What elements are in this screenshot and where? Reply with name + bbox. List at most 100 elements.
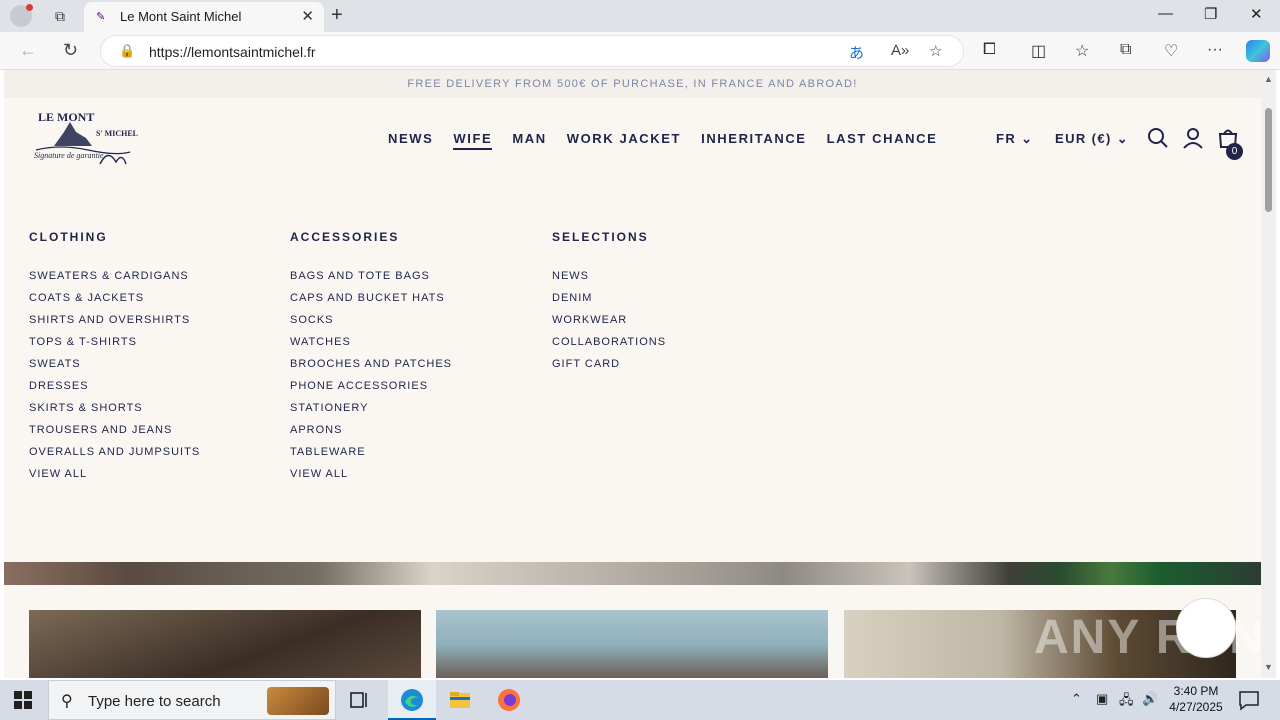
product-card-image[interactable] bbox=[436, 610, 828, 678]
windows-taskbar: ⚲ Type here to search ⌃ ▣ 🖧 🔊 3:40 PM 4/… bbox=[0, 680, 1280, 720]
collections-icon[interactable]: ⧉ bbox=[1120, 41, 1131, 59]
tab-title: Le Mont Saint Michel bbox=[120, 9, 242, 24]
logo-text-line2: S' MICHEL bbox=[96, 129, 138, 138]
menu-link[interactable]: SKIRTS & SHORTS bbox=[29, 401, 200, 423]
clock-time: 3:40 PM bbox=[1173, 684, 1219, 698]
nav-item-inheritance[interactable]: INHERITANCE bbox=[701, 131, 806, 150]
site-logo[interactable]: LE MONT S' MICHEL Signature de garantie bbox=[30, 108, 142, 168]
search-highlight-icon bbox=[267, 687, 329, 715]
product-card-image[interactable] bbox=[29, 610, 421, 678]
translate-icon[interactable]: あ bbox=[849, 42, 864, 63]
language-value: FR bbox=[996, 131, 1017, 146]
device-icon[interactable]: ▣ bbox=[1096, 691, 1108, 707]
favorite-star-icon[interactable]: ☆ bbox=[929, 42, 942, 60]
page-scrollbar[interactable]: ▲ ▼ bbox=[1261, 70, 1276, 678]
browser-tab[interactable]: ✎ Le Mont Saint Michel ✕ bbox=[84, 2, 324, 32]
menu-link[interactable]: SWEATS bbox=[29, 357, 200, 379]
nav-item-last-chance[interactable]: LAST CHANCE bbox=[827, 131, 938, 150]
extensions-icon[interactable]: ⧠ bbox=[983, 41, 996, 59]
network-icon[interactable]: 🖧 bbox=[1119, 691, 1134, 713]
nav-item-man[interactable]: MAN bbox=[512, 131, 546, 150]
language-selector[interactable]: FR ⌄ bbox=[996, 131, 1033, 147]
menu-link[interactable]: BROOCHES AND PATCHES bbox=[290, 357, 452, 379]
promo-banner: FREE DELIVERY FROM 500€ OF PURCHASE, IN … bbox=[4, 70, 1261, 98]
scroll-up-icon[interactable]: ▲ bbox=[1264, 74, 1273, 84]
copilot-icon[interactable] bbox=[1246, 40, 1270, 62]
address-bar[interactable]: 🔒 https://lemontsaintmichel.fr あ A» ☆ bbox=[100, 35, 964, 67]
more-options-icon[interactable]: ··· bbox=[1207, 41, 1223, 59]
cart-count-badge: 0 bbox=[1226, 143, 1243, 160]
taskbar-clock[interactable]: 3:40 PM 4/27/2025 bbox=[1166, 683, 1226, 715]
minimize-icon[interactable]: — bbox=[1158, 5, 1173, 22]
scrollbar-thumb[interactable] bbox=[1265, 108, 1272, 212]
menu-link[interactable]: WATCHES bbox=[290, 335, 452, 357]
menu-link[interactable]: COLLABORATIONS bbox=[552, 335, 666, 357]
show-hidden-icons-icon[interactable]: ⌃ bbox=[1071, 691, 1082, 707]
browser-toolbar: ← ↻ 🔒 https://lemontsaintmichel.fr あ A» … bbox=[0, 32, 1280, 70]
taskbar-search[interactable]: ⚲ Type here to search bbox=[48, 680, 336, 720]
menu-link[interactable]: GIFT CARD bbox=[552, 357, 666, 379]
menu-link[interactable]: SOCKS bbox=[290, 313, 452, 335]
menu-column-clothing: CLOTHING SWEATERS & CARDIGANS COATS & JA… bbox=[29, 230, 200, 489]
split-screen-icon[interactable]: ◫ bbox=[1031, 41, 1046, 61]
menu-link-view-all[interactable]: VIEW ALL bbox=[290, 467, 452, 489]
close-window-icon[interactable]: ✕ bbox=[1250, 5, 1263, 23]
menu-link[interactable]: OVERALLS AND JUMPSUITS bbox=[29, 445, 200, 467]
menu-link[interactable]: COATS & JACKETS bbox=[29, 291, 200, 313]
menu-link-view-all[interactable]: VIEW ALL bbox=[29, 467, 200, 489]
close-tab-icon[interactable]: ✕ bbox=[301, 7, 314, 25]
menu-link[interactable]: PHONE ACCESSORIES bbox=[290, 379, 452, 401]
file-explorer-icon[interactable] bbox=[448, 688, 472, 712]
menu-heading-accessories[interactable]: ACCESSORIES bbox=[290, 230, 452, 244]
menu-link[interactable]: APRONS bbox=[290, 423, 452, 445]
menu-link[interactable]: SWEATERS & CARDIGANS bbox=[29, 269, 200, 291]
site-header: LE MONT S' MICHEL Signature de garantie … bbox=[4, 98, 1261, 564]
search-icon[interactable] bbox=[1147, 127, 1169, 149]
restore-icon[interactable]: ❐ bbox=[1204, 5, 1217, 23]
favorites-icon[interactable]: ☆ bbox=[1075, 41, 1089, 61]
url-text[interactable]: https://lemontsaintmichel.fr bbox=[149, 44, 316, 60]
menu-column-accessories: ACCESSORIES BAGS AND TOTE BAGS CAPS AND … bbox=[290, 230, 452, 489]
menu-link[interactable]: TABLEWARE bbox=[290, 445, 452, 467]
lock-icon[interactable]: 🔒 bbox=[119, 43, 135, 59]
tab-actions-icon[interactable]: ⧉ bbox=[50, 7, 70, 25]
read-aloud-icon[interactable]: A» bbox=[891, 42, 909, 59]
nav-item-work-jacket[interactable]: WORK JACKET bbox=[567, 131, 681, 150]
scroll-down-icon[interactable]: ▼ bbox=[1264, 662, 1273, 672]
menu-link[interactable]: TROUSERS AND JEANS bbox=[29, 423, 200, 445]
menu-link[interactable]: BAGS AND TOTE BAGS bbox=[290, 269, 452, 291]
notifications-icon[interactable] bbox=[1237, 688, 1261, 712]
chevron-down-icon: ⌄ bbox=[1116, 131, 1130, 146]
notification-dot bbox=[26, 4, 33, 11]
menu-link[interactable]: DENIM bbox=[552, 291, 666, 313]
menu-link[interactable]: WORKWEAR bbox=[552, 313, 666, 335]
logo-signature-flourish bbox=[99, 154, 127, 165]
currency-selector[interactable]: EUR (€) ⌄ bbox=[1055, 131, 1129, 147]
nav-item-wife[interactable]: WIFE bbox=[453, 131, 493, 150]
mont-saint-michel-drawing bbox=[54, 122, 92, 146]
browser-essentials-icon[interactable]: ♡ bbox=[1164, 41, 1178, 61]
menu-heading-selections[interactable]: SELECTIONS bbox=[552, 230, 666, 244]
profile-avatar-icon[interactable] bbox=[10, 4, 33, 27]
menu-link[interactable]: DRESSES bbox=[29, 379, 200, 401]
browser-title-bar: ⧉ ✎ Le Mont Saint Michel ✕ + — ❐ ✕ bbox=[0, 0, 1280, 32]
account-icon[interactable] bbox=[1182, 127, 1204, 149]
nav-item-news[interactable]: NEWS bbox=[388, 131, 433, 150]
edge-browser-icon[interactable] bbox=[400, 688, 424, 712]
volume-icon[interactable]: 🔊 bbox=[1142, 691, 1158, 707]
new-tab-icon[interactable]: + bbox=[331, 4, 343, 27]
hero-image-strip bbox=[4, 562, 1261, 585]
firefox-icon[interactable] bbox=[497, 688, 521, 712]
task-view-icon[interactable] bbox=[348, 688, 372, 712]
refresh-icon[interactable]: ↻ bbox=[63, 40, 78, 61]
back-icon[interactable]: ← bbox=[19, 40, 37, 61]
menu-heading-clothing[interactable]: CLOTHING bbox=[29, 230, 200, 244]
windows-start-icon[interactable] bbox=[14, 691, 32, 709]
anyrun-watermark: ANY RUN bbox=[1034, 611, 1266, 664]
menu-link[interactable]: TOPS & T-SHIRTS bbox=[29, 335, 200, 357]
menu-link[interactable]: CAPS AND BUCKET HATS bbox=[290, 291, 452, 313]
menu-link[interactable]: STATIONERY bbox=[290, 401, 452, 423]
web-page: FREE DELIVERY FROM 500€ OF PURCHASE, IN … bbox=[4, 70, 1261, 678]
menu-link[interactable]: SHIRTS AND OVERSHIRTS bbox=[29, 313, 200, 335]
menu-link[interactable]: NEWS bbox=[552, 269, 666, 291]
